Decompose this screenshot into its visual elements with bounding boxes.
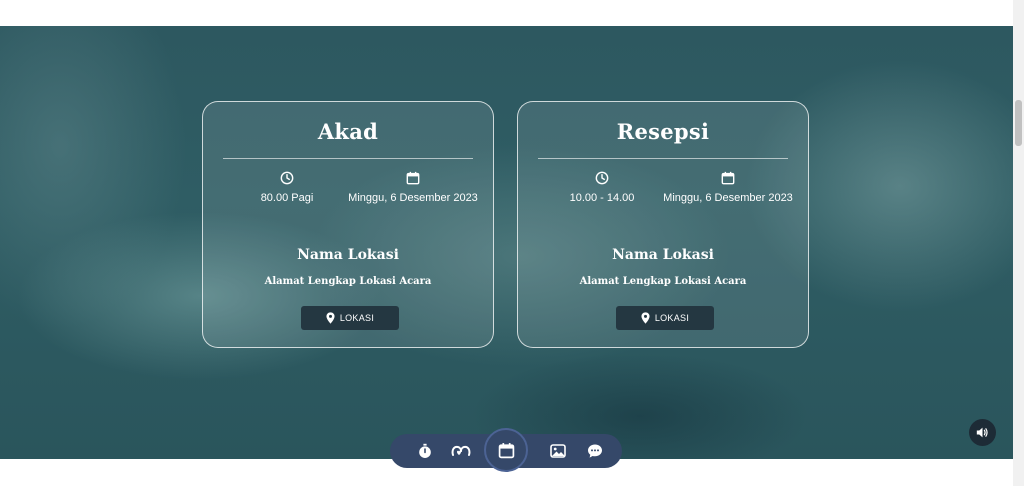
event-title: Akad: [317, 119, 379, 144]
event-date: Minggu, 6 Desember 2023: [348, 192, 478, 204]
nav-item-couple[interactable]: [451, 441, 471, 461]
stopwatch-icon: [419, 443, 431, 458]
location-address: Alamat Lengkap Lokasi Acara: [264, 276, 432, 287]
chat-icon: [588, 444, 602, 458]
audio-toggle-button[interactable]: [969, 419, 996, 446]
event-card-akad: Akad 80.00 Pagi Minggu, 6 Desember 2023 …: [202, 101, 494, 348]
event-card-resepsi: Resepsi 10.00 - 14.00 Minggu, 6 Desember…: [517, 101, 809, 348]
calendar-icon: [498, 442, 514, 458]
clock-icon: [595, 171, 609, 185]
calendar-icon: [721, 171, 735, 185]
location-name: Nama Lokasi: [612, 247, 714, 263]
location-button-label: LOKASI: [339, 313, 375, 323]
location-name: Nama Lokasi: [297, 247, 399, 263]
speaker-icon: [976, 427, 988, 438]
location-button-label: LOKASI: [654, 313, 690, 323]
event-date: Minggu, 6 Desember 2023: [663, 192, 793, 204]
scrollbar-track[interactable]: [1013, 0, 1024, 486]
event-time-block: 80.00 Pagi: [217, 171, 357, 207]
event-time: 10.00 - 14.00: [569, 192, 635, 204]
event-title: Resepsi: [616, 119, 710, 144]
location-button[interactable]: LOKASI: [616, 306, 714, 330]
nav-item-gallery[interactable]: [548, 441, 568, 461]
location-button[interactable]: LOKASI: [301, 306, 399, 330]
card-divider: [538, 158, 788, 159]
top-white-strip: [0, 0, 1013, 26]
location-address: Alamat Lengkap Lokasi Acara: [579, 276, 747, 287]
event-time-block: 10.00 - 14.00: [532, 171, 672, 207]
event-time: 80.00 Pagi: [260, 192, 314, 204]
nav-item-chat[interactable]: [585, 441, 605, 461]
couple-icon: [451, 445, 471, 456]
event-date-block: Minggu, 6 Desember 2023: [658, 171, 798, 207]
card-divider: [223, 158, 473, 159]
event-section: Akad 80.00 Pagi Minggu, 6 Desember 2023 …: [0, 26, 1013, 459]
calendar-icon: [406, 171, 420, 185]
event-date-block: Minggu, 6 Desember 2023: [343, 171, 483, 207]
scrollbar-thumb[interactable]: [1015, 100, 1022, 146]
map-pin-icon: [641, 312, 650, 324]
map-pin-icon: [326, 312, 335, 324]
clock-icon: [280, 171, 294, 185]
nav-item-countdown[interactable]: [415, 441, 435, 461]
gallery-icon: [550, 444, 566, 458]
nav-item-event-active[interactable]: [484, 428, 528, 472]
